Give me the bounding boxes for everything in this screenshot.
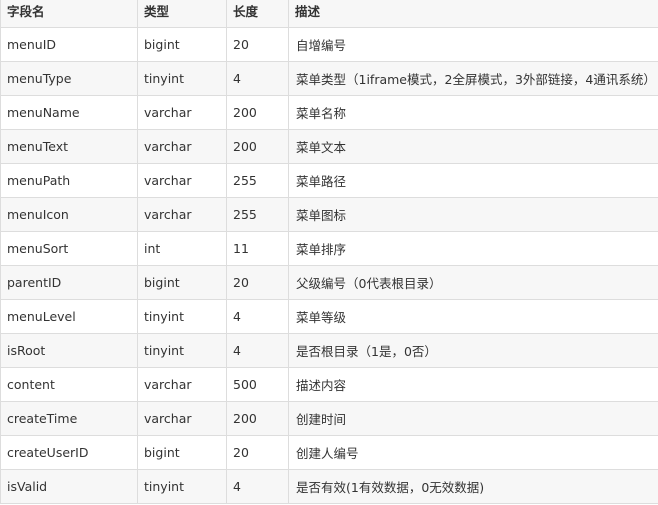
cell-description: 菜单图标 [288, 197, 658, 232]
table-row: menuPath varchar 255 菜单路径 [0, 163, 658, 198]
cell-description: 创建时间 [288, 401, 658, 436]
table-row: isValid tinyint 4 是否有效(1有效数据，0无效数据) [0, 469, 658, 504]
cell-field-name: menuName [0, 95, 138, 130]
table-body: menuID bigint 20 自增编号 menuType tinyint 4 菜单类型（1… [0, 27, 658, 504]
cell-field-name: menuIcon [0, 197, 138, 232]
cell-length: 20 [226, 27, 289, 62]
cell-type: bigint [137, 435, 227, 470]
cell-field-name: menuText [0, 129, 138, 164]
cell-type: tinyint [137, 61, 227, 96]
cell-length: 20 [226, 265, 289, 300]
cell-field-name: isValid [0, 469, 138, 504]
header-row: 字段名 类型 长度 描述 [0, 0, 658, 28]
cell-field-name: createUserID [0, 435, 138, 470]
cell-description: 自增编号 [288, 27, 658, 62]
cell-field-name: isRoot [0, 333, 138, 368]
cell-description: 菜单名称 [288, 95, 658, 130]
cell-description: 菜单文本 [288, 129, 658, 164]
table-header: 字段名 类型 长度 描述 [0, 0, 658, 28]
cell-field-name: content [0, 367, 138, 402]
cell-length: 11 [226, 231, 289, 266]
cell-type: tinyint [137, 299, 227, 334]
cell-length: 200 [226, 401, 289, 436]
cell-description: 是否根目录（1是，0否） [288, 333, 658, 368]
table-row: menuType tinyint 4 菜单类型（1iframe模式，2全屏模式，3外部… [0, 61, 658, 96]
cell-type: int [137, 231, 227, 266]
header-description: 描述 [288, 0, 658, 28]
cell-field-name: menuType [0, 61, 138, 96]
cell-description: 菜单类型（1iframe模式，2全屏模式，3外部链接，4通讯系统） [288, 61, 658, 96]
table-row: menuName varchar 200 菜单名称 [0, 95, 658, 130]
table-row: menuIcon varchar 255 菜单图标 [0, 197, 658, 232]
table-row: menuID bigint 20 自增编号 [0, 27, 658, 62]
cell-field-name: parentID [0, 265, 138, 300]
cell-length: 200 [226, 95, 289, 130]
table-row: menuText varchar 200 菜单文本 [0, 129, 658, 164]
cell-field-name: createTime [0, 401, 138, 436]
cell-field-name: menuID [0, 27, 138, 62]
cell-length: 200 [226, 129, 289, 164]
cell-description: 描述内容 [288, 367, 658, 402]
cell-type: varchar [137, 129, 227, 164]
cell-type: bigint [137, 265, 227, 300]
cell-length: 4 [226, 333, 289, 368]
table-row: content varchar 500 描述内容 [0, 367, 658, 402]
cell-type: tinyint [137, 333, 227, 368]
table-row: isRoot tinyint 4 是否根目录（1是，0否） [0, 333, 658, 368]
cell-length: 255 [226, 163, 289, 198]
cell-length: 20 [226, 435, 289, 470]
cell-type: varchar [137, 367, 227, 402]
cell-type: varchar [137, 163, 227, 198]
cell-length: 255 [226, 197, 289, 232]
table-row: createUserID bigint 20 创建人编号 [0, 435, 658, 470]
cell-type: varchar [137, 95, 227, 130]
cell-length: 4 [226, 469, 289, 504]
cell-type: tinyint [137, 469, 227, 504]
cell-description: 创建人编号 [288, 435, 658, 470]
table-row: menuSort int 11 菜单排序 [0, 231, 658, 266]
cell-field-name: menuSort [0, 231, 138, 266]
cell-type: varchar [137, 401, 227, 436]
cell-description: 菜单等级 [288, 299, 658, 334]
header-field-name: 字段名 [0, 0, 138, 28]
cell-description: 是否有效(1有效数据，0无效数据) [288, 469, 658, 504]
cell-description: 父级编号（0代表根目录） [288, 265, 658, 300]
cell-length: 500 [226, 367, 289, 402]
cell-length: 4 [226, 61, 289, 96]
cell-field-name: menuLevel [0, 299, 138, 334]
header-type: 类型 [137, 0, 227, 28]
cell-description: 菜单排序 [288, 231, 658, 266]
cell-field-name: menuPath [0, 163, 138, 198]
header-length: 长度 [226, 0, 289, 28]
cell-length: 4 [226, 299, 289, 334]
cell-type: bigint [137, 27, 227, 62]
table-row: menuLevel tinyint 4 菜单等级 [0, 299, 658, 334]
cell-type: varchar [137, 197, 227, 232]
table-row: parentID bigint 20 父级编号（0代表根目录） [0, 265, 658, 300]
cell-description: 菜单路径 [288, 163, 658, 198]
table-row: createTime varchar 200 创建时间 [0, 401, 658, 436]
field-definition-table: 字段名 类型 长度 描述 menuID bigint 20 自增编号 menuType t… [0, 0, 658, 504]
